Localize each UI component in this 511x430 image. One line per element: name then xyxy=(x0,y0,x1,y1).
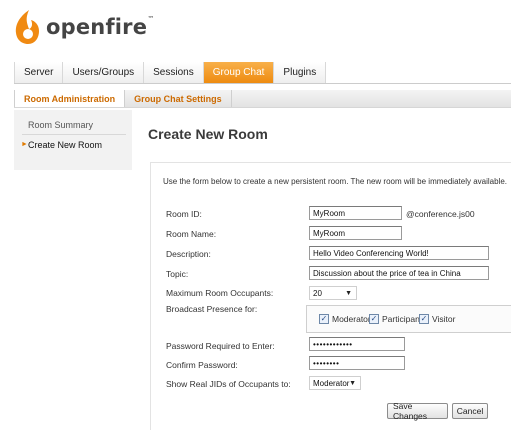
checkbox-visitor[interactable]: ✓ Visitor xyxy=(419,314,455,324)
tab-plugins[interactable]: Plugins xyxy=(274,62,327,83)
checkbox-visitor-label: Visitor xyxy=(432,314,456,324)
subtab-group-chat-settings[interactable]: Group Chat Settings xyxy=(125,90,232,107)
sidebar: Room Summary ► Create New Room xyxy=(14,110,132,170)
confirm-password-label: Confirm Password: xyxy=(166,360,238,370)
topic-input[interactable]: Discussion about the price of tea in Chi… xyxy=(309,266,489,280)
max-occupants-label: Maximum Room Occupants: xyxy=(166,288,274,298)
brand-name: openfire™ xyxy=(46,15,155,39)
chevron-down-icon: ▼ xyxy=(349,380,356,387)
sidebar-divider xyxy=(22,134,126,135)
save-changes-button[interactable]: Save Changes xyxy=(387,401,448,421)
password-input[interactable]: •••••••••••• xyxy=(309,337,405,351)
checkbox-participant-label: Participant xyxy=(382,314,423,324)
room-id-label: Room ID: xyxy=(166,209,202,219)
app-logo: openfire™ xyxy=(14,4,154,50)
tab-server[interactable]: Server xyxy=(14,62,64,83)
checkbox-participant[interactable]: ✓ Participant xyxy=(369,314,422,324)
cancel-button[interactable]: Cancel xyxy=(452,403,488,419)
check-icon[interactable]: ✓ xyxy=(369,314,379,324)
room-name-input[interactable]: MyRoom xyxy=(309,226,402,240)
broadcast-presence-label: Broadcast Presence for: xyxy=(166,304,258,314)
show-jids-label: Show Real JIDs of Occupants to: xyxy=(166,379,291,389)
check-icon[interactable]: ✓ xyxy=(419,314,429,324)
broadcast-presence-group: ✓ Moderator ✓ Participant ✓ Visitor xyxy=(306,305,511,333)
show-jids-value: Moderator xyxy=(313,378,350,388)
checkbox-moderator-label: Moderator xyxy=(332,314,371,324)
topic-label: Topic: xyxy=(166,269,189,279)
room-id-domain-suffix: @conference.js00 xyxy=(406,209,475,219)
room-id-input[interactable]: MyRoom xyxy=(309,206,402,220)
confirm-password-input[interactable]: •••••••• xyxy=(309,356,405,370)
tab-users-groups[interactable]: Users/Groups xyxy=(63,62,145,83)
form-intro-text: Use the form below to create a new persi… xyxy=(163,177,508,186)
sidebar-item-create-new-room[interactable]: Create New Room xyxy=(14,140,132,150)
main-nav: Server Users/Groups Sessions Group Chat … xyxy=(14,62,511,84)
tab-sessions[interactable]: Sessions xyxy=(144,62,204,83)
sidebar-item-room-summary[interactable]: Room Summary xyxy=(14,120,132,130)
openfire-flame-icon xyxy=(14,9,40,45)
max-occupants-value: 20 xyxy=(313,288,322,298)
sub-nav: Room Administration Group Chat Settings xyxy=(14,90,511,108)
chevron-down-icon: ▼ xyxy=(345,290,352,297)
check-icon[interactable]: ✓ xyxy=(319,314,329,324)
room-name-label: Room Name: xyxy=(166,229,217,239)
description-label: Description: xyxy=(166,249,211,259)
page-title: Create New Room xyxy=(148,126,268,142)
show-jids-select[interactable]: Moderator ▼ xyxy=(309,376,361,390)
checkbox-moderator[interactable]: ✓ Moderator xyxy=(319,314,371,324)
password-label: Password Required to Enter: xyxy=(166,341,275,351)
max-occupants-select[interactable]: 20 ▼ xyxy=(309,286,357,300)
tab-group-chat[interactable]: Group Chat xyxy=(203,62,275,83)
subtab-room-administration[interactable]: Room Administration xyxy=(14,90,126,107)
description-input[interactable]: Hello Video Conferencing World! xyxy=(309,246,489,260)
